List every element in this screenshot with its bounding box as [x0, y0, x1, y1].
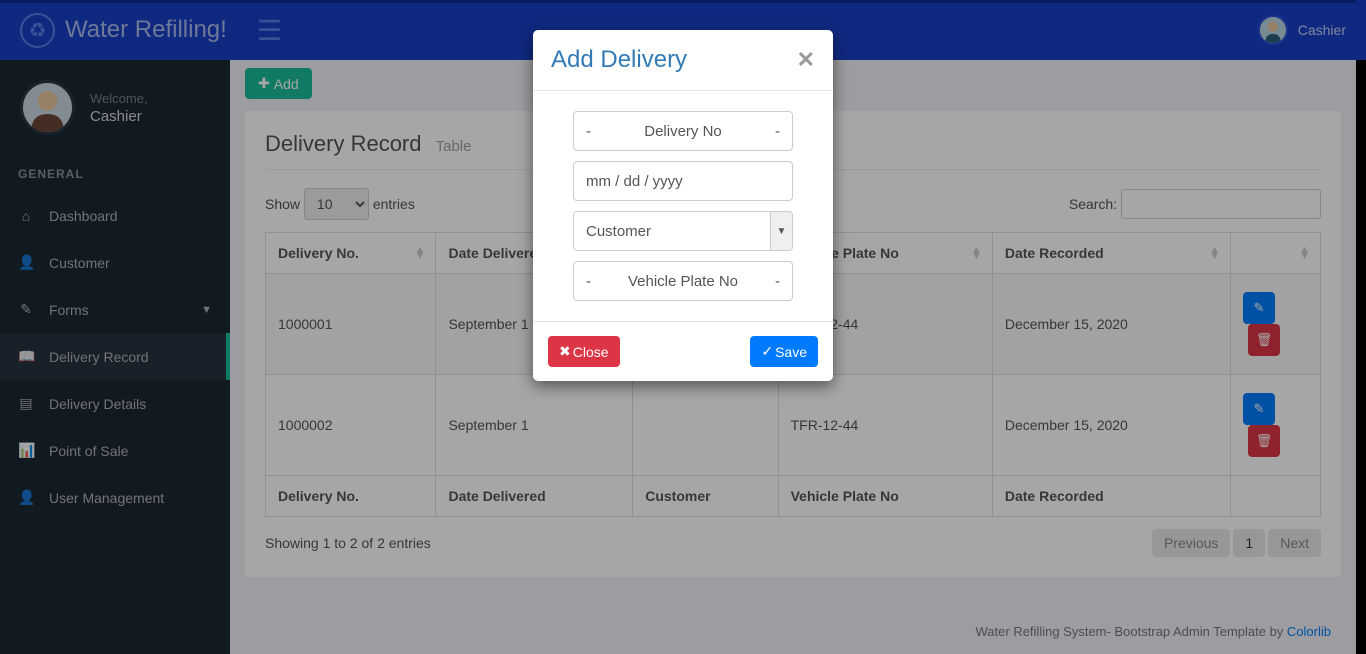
modal-header: Add Delivery ✕ — [533, 30, 833, 91]
close-icon[interactable]: ✕ — [797, 47, 815, 73]
close-button[interactable]: ✖Close — [548, 336, 620, 367]
modal-body: -Delivery No- Customer ▼ -Vehicle Plate … — [533, 91, 833, 322]
save-button[interactable]: ✓Save — [750, 336, 818, 367]
modal-title: Add Delivery — [551, 46, 687, 74]
check-icon: ✓ — [761, 343, 773, 360]
modal-footer: ✖Close ✓Save — [533, 322, 833, 381]
x-icon: ✖ — [559, 343, 571, 360]
date-input[interactable] — [573, 161, 793, 201]
delivery-no-input[interactable]: -Delivery No- — [573, 111, 793, 151]
dropdown-icon: ▼ — [770, 212, 792, 250]
add-delivery-modal: Add Delivery ✕ -Delivery No- Customer ▼ … — [533, 30, 833, 381]
customer-select[interactable]: Customer — [573, 211, 793, 251]
plate-input[interactable]: -Vehicle Plate No- — [573, 261, 793, 301]
